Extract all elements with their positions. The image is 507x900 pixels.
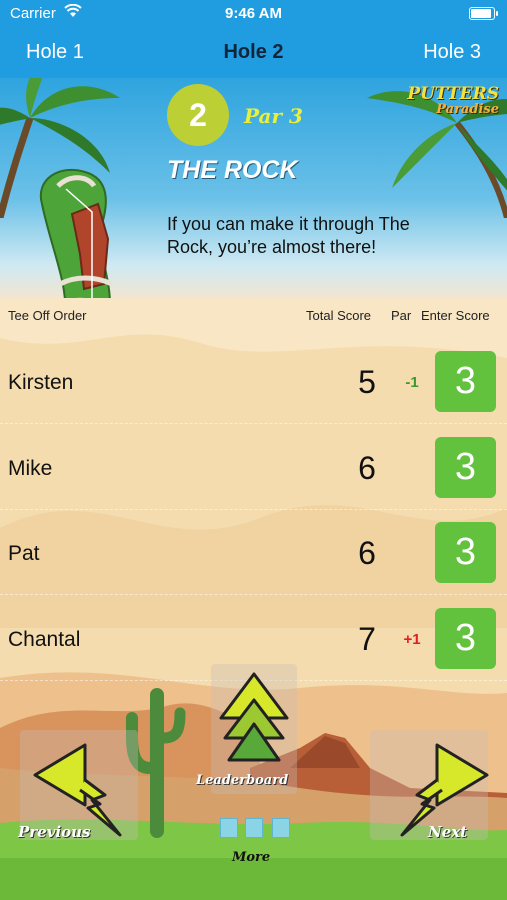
player-par-diff: +1 — [403, 631, 421, 648]
player-total-score: 7 — [358, 621, 376, 657]
hole-name: THE ROCK — [167, 156, 298, 184]
leaderboard-arrow-icon[interactable] — [217, 672, 291, 766]
header-total-score: Total Score — [306, 308, 372, 323]
row-divider — [0, 594, 507, 595]
player-name: Kirsten — [8, 371, 74, 394]
tab-next-hole[interactable]: Hole 3 — [423, 41, 481, 64]
player-name: Pat — [8, 542, 40, 565]
battery-icon — [469, 7, 498, 20]
hole-description: If you can make it through The Rock, you… — [167, 214, 410, 257]
logo-line2: Paradise — [436, 102, 499, 117]
header-par: Par — [391, 308, 412, 323]
more-square-icon[interactable] — [245, 818, 263, 838]
more-button[interactable]: More — [232, 850, 270, 865]
app-logo: PUTTERS Paradise — [407, 86, 499, 118]
more-square-icon[interactable] — [272, 818, 290, 838]
enter-score-button[interactable]: 3 — [435, 351, 496, 412]
zoom-map-icon[interactable] — [116, 257, 142, 283]
player-par-diff: -1 — [405, 374, 419, 391]
player-name: Chantal — [8, 628, 81, 651]
enter-score-button[interactable]: 3 — [435, 437, 496, 498]
player-total-score: 6 — [358, 450, 376, 486]
status-time: 9:46 AM — [225, 5, 282, 22]
hole-number-badge: 2 — [167, 84, 229, 146]
hole-nav: Hole 1 Hole 2 Hole 3 — [0, 26, 507, 78]
hole-par: Par 3 — [244, 104, 303, 128]
header-enter-score: Enter Score — [421, 308, 490, 323]
next-button[interactable]: Next — [428, 823, 467, 841]
row-divider — [0, 423, 507, 424]
enter-score-button[interactable]: 3 — [435, 608, 496, 669]
player-total-score: 6 — [358, 535, 376, 571]
previous-button[interactable]: Previous — [18, 823, 91, 841]
logo-line1: PUTTERS — [407, 84, 499, 104]
leaderboard-button[interactable]: Leaderboard — [196, 773, 288, 788]
status-bar: Carrier 9:46 AM — [0, 0, 507, 26]
row-divider — [0, 509, 507, 510]
player-total-score: 5 — [358, 364, 376, 400]
enter-score-button[interactable]: 3 — [435, 522, 496, 583]
more-square-icon[interactable] — [220, 818, 238, 838]
player-name: Mike — [8, 457, 53, 480]
header-tee-off-order: Tee Off Order — [8, 308, 87, 323]
